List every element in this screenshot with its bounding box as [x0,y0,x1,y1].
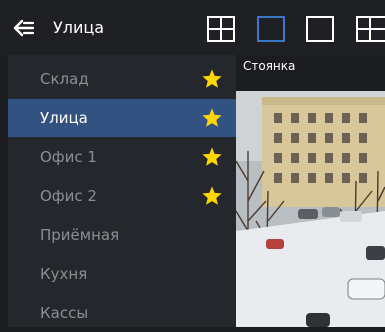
back-arrow-icon[interactable] [12,18,36,38]
layout-single-alt-button[interactable] [306,16,334,42]
sidebar-item-ulitsa[interactable]: Улица [8,99,236,137]
single-view-alt-icon [306,16,334,42]
sidebar-item-kukhnya[interactable]: Кухня [8,255,236,293]
sidebar-item-label: Кассы [40,304,89,322]
sidebar-item-label: Улица [40,109,88,127]
top-bar: Улица [0,0,385,55]
sidebar-item-ofis-1[interactable]: Офис 1 [8,138,236,176]
left-edge [0,55,8,327]
sidebar-item-label: Офис 2 [40,187,97,205]
sidebar-item-sklad[interactable]: Склад [8,60,236,98]
star-icon[interactable] [201,146,223,168]
layout-grid-2x2-alt-button[interactable] [356,16,385,42]
camera-feed-image[interactable] [236,91,385,327]
page-title: Улица [53,18,105,37]
layout-grid-2x2-button[interactable] [207,16,235,42]
star-icon[interactable] [201,68,223,90]
grid-2x2-icon [207,16,235,42]
sidebar-item-label: Офис 1 [40,148,97,166]
camera-tile[interactable]: Стоянка [236,55,385,327]
star-icon[interactable] [201,107,223,129]
sidebar-item-priemnaya[interactable]: Приёмная [8,216,236,254]
grid-2x2-alt-icon [356,16,385,42]
star-icon[interactable] [201,185,223,207]
single-view-icon [257,16,285,42]
camera-group-sidebar: Склад Улица Офис 1 Офис 2 Приёмная Кухня… [0,55,236,327]
sidebar-item-kassy[interactable]: Кассы [8,294,236,332]
sidebar-item-label: Склад [40,70,89,88]
sidebar-item-ofis-2[interactable]: Офис 2 [8,177,236,215]
sidebar-item-label: Приёмная [40,226,120,244]
sidebar-item-label: Кухня [40,265,88,283]
camera-name: Стоянка [243,59,296,73]
layout-single-button-selected[interactable] [257,16,285,42]
